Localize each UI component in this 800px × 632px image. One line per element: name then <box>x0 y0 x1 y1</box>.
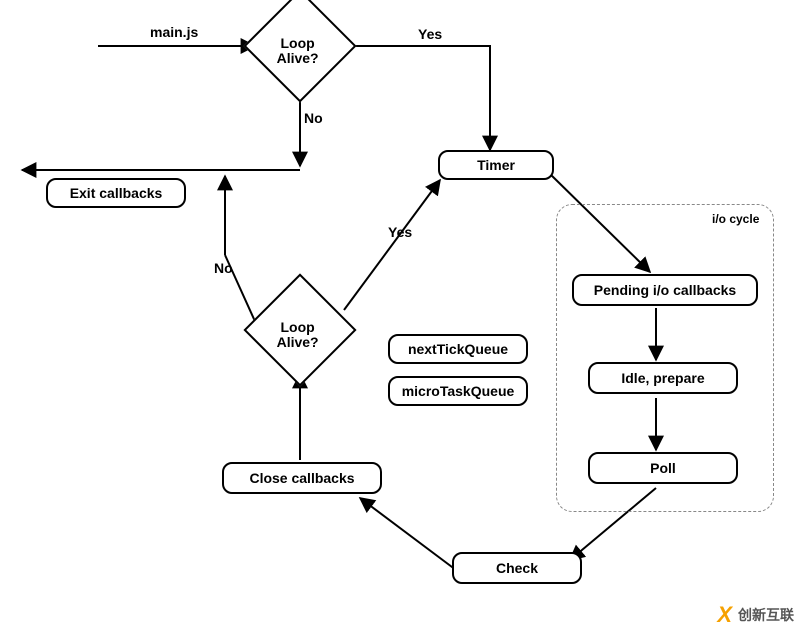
node-label: Exit callbacks <box>70 185 163 201</box>
node-label: Idle, prepare <box>621 370 704 386</box>
node-timer: Timer <box>438 150 554 180</box>
node-label: Close callbacks <box>249 470 354 486</box>
node-exit-callbacks: Exit callbacks <box>46 178 186 208</box>
decision-label: Loop Alive? <box>258 320 338 351</box>
node-label: Poll <box>650 460 676 476</box>
node-label: Pending i/o callbacks <box>594 282 736 298</box>
edge-label-yes-bottom: Yes <box>388 224 412 240</box>
edge-label-yes-top: Yes <box>418 26 442 42</box>
watermark: X 创新互联 <box>717 602 794 628</box>
node-pending-io: Pending i/o callbacks <box>572 274 758 306</box>
diagram-canvas: main.js Loop Alive? Yes No Exit callback… <box>0 0 800 632</box>
node-label: microTaskQueue <box>402 383 515 399</box>
decision-label: Loop Alive? <box>258 36 338 67</box>
node-poll: Poll <box>588 452 738 484</box>
entry-label: main.js <box>150 24 198 40</box>
node-micro-task-queue: microTaskQueue <box>388 376 528 406</box>
decision-loop-alive-top: Loop Alive? <box>243 0 356 103</box>
watermark-logo: X <box>717 602 732 628</box>
node-label: Check <box>496 560 538 576</box>
node-next-tick-queue: nextTickQueue <box>388 334 528 364</box>
node-label: Timer <box>477 157 515 173</box>
decision-loop-alive-bottom: Loop Alive? <box>243 273 356 386</box>
edge-label-no-bottom: No <box>214 260 233 276</box>
watermark-text: 创新互联 <box>738 605 794 625</box>
node-check: Check <box>452 552 582 584</box>
node-idle-prepare: Idle, prepare <box>588 362 738 394</box>
node-close-callbacks: Close callbacks <box>222 462 382 494</box>
group-io-cycle-title: i/o cycle <box>712 212 759 226</box>
node-label: nextTickQueue <box>408 341 508 357</box>
edge-label-no-top: No <box>304 110 323 126</box>
